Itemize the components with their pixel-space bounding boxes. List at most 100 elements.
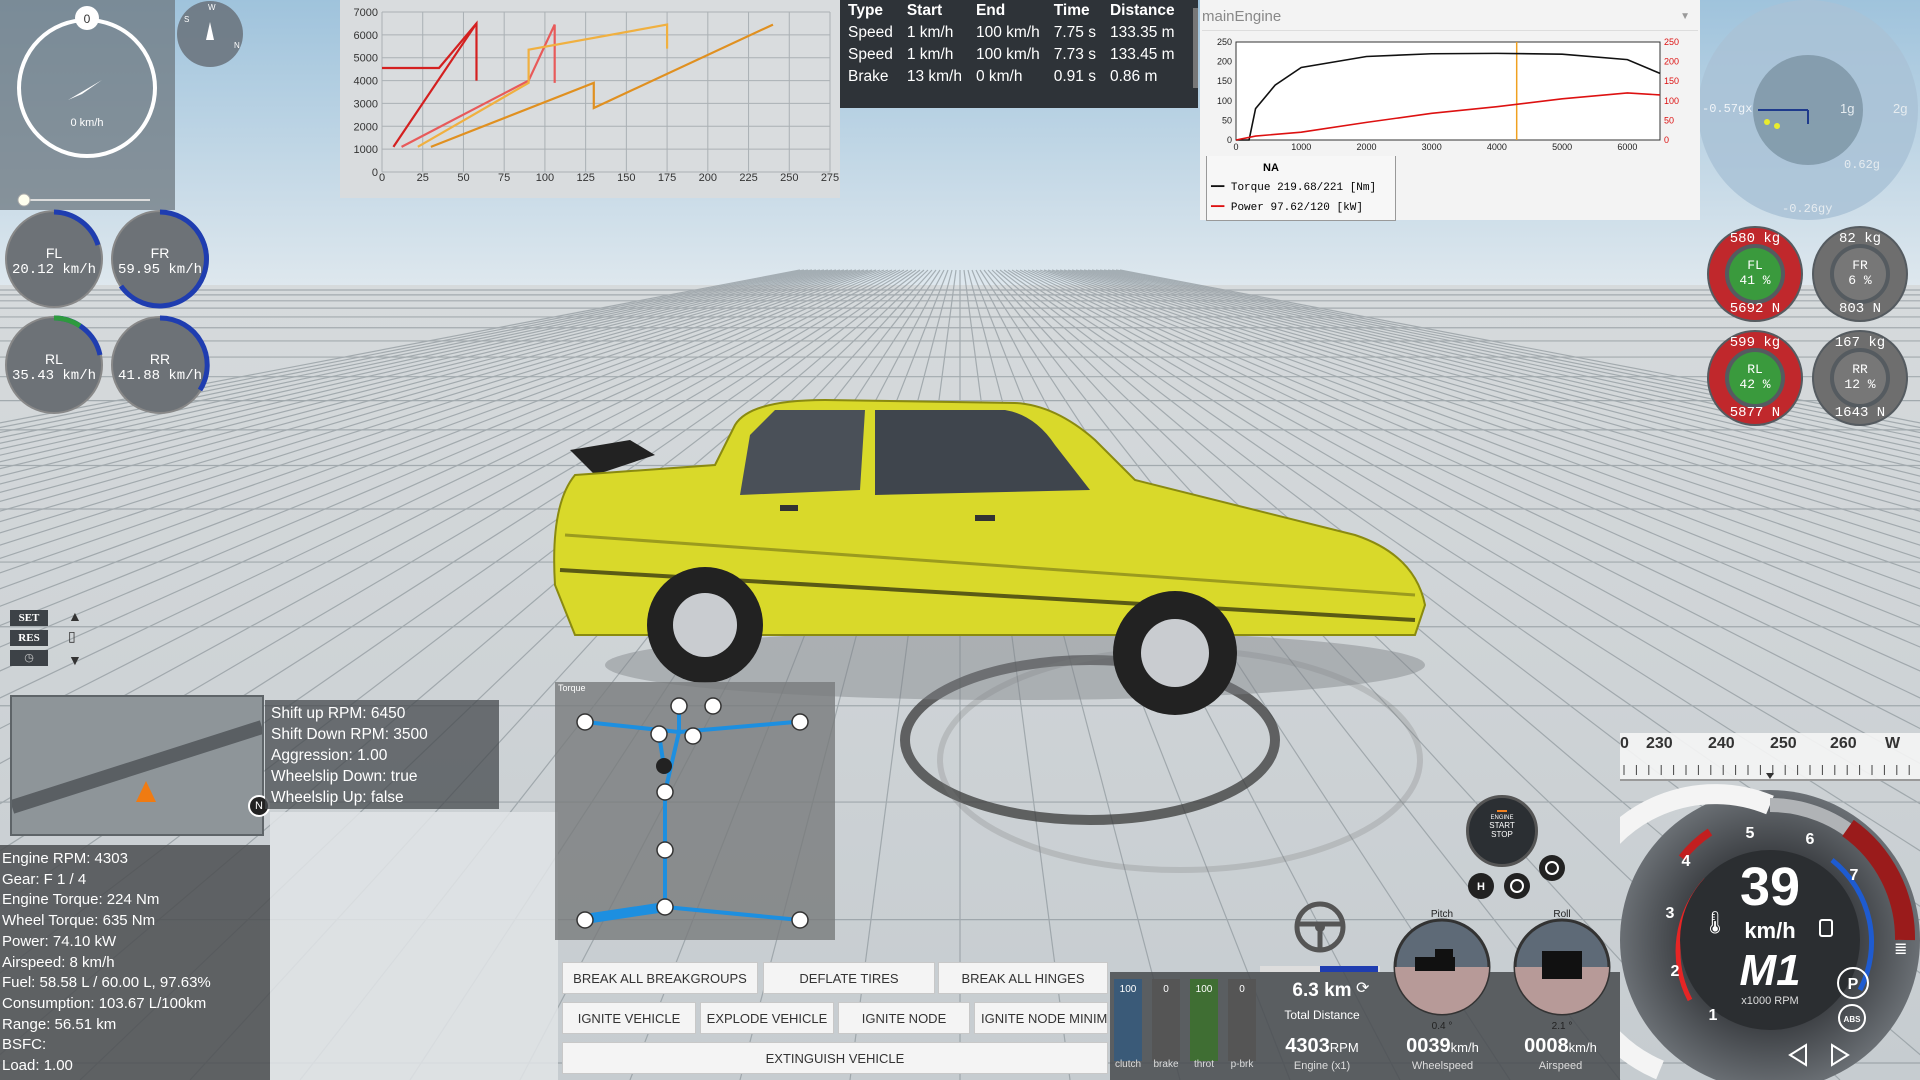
svg-text:580 kg: 580 kg (1730, 231, 1780, 247)
pedal-throttle: 100 throt (1190, 979, 1218, 1070)
break-all-hinges-button[interactable]: BREAK ALL HINGES (938, 962, 1108, 994)
roll-value: 2.1 ° (1552, 1021, 1573, 1032)
cruise-up-icon[interactable]: ▲ (68, 608, 82, 624)
svg-text:1643 N: 1643 N (1835, 405, 1885, 421)
engine-x-tick: 5000 (1552, 142, 1572, 152)
svg-text:5692 N: 5692 N (1730, 301, 1780, 317)
tire-load-rl: 599 kg RL 42 % 5877 N (1707, 330, 1803, 426)
wheel-speed-rr: RR 41.88 km/h (111, 315, 210, 414)
cruise-set-button[interactable]: SET (10, 610, 48, 626)
engine-y2-tick: 0 (1664, 135, 1669, 145)
roll-label: Roll (1553, 909, 1570, 920)
blank-panel (270, 812, 558, 1080)
gear-indicator: M1 (1739, 946, 1800, 995)
fuel: Fuel: 58.58 L / 60.00 L, 97.63% (2, 974, 211, 992)
deflate-tires-button[interactable]: DEFLATE TIRES (763, 962, 935, 994)
engine-x-tick: 3000 (1422, 142, 1442, 152)
load: Load: 1.00 (2, 1057, 73, 1075)
wheel-rl-node-icon (576, 911, 594, 929)
rpm-tick-5: 5 (1746, 825, 1755, 842)
engine-dropdown[interactable]: mainEngine ▼ (1202, 4, 1698, 31)
powertrain-diagram (576, 697, 809, 929)
gear-x-tick: 125 (576, 172, 594, 184)
cruise-timer-icon[interactable]: ◷ (10, 650, 48, 666)
headlight-icon: ≣ (1894, 941, 1907, 958)
gforce-2g: 2g (1893, 101, 1907, 116)
aggression: Aggression: 1.00 (271, 747, 388, 764)
gear: Gear: F 1 / 4 (2, 870, 87, 888)
airspeed: Airspeed: 8 km/h (2, 953, 115, 971)
gear-y-tick: 6000 (354, 30, 378, 42)
svg-text:803 N: 803 N (1839, 301, 1881, 317)
wheel-fl-node-icon (576, 713, 594, 731)
wheelslip-up: Wheelslip Up: false (271, 789, 404, 806)
col-distance: Distance (1109, 2, 1175, 19)
gear-chart: 7000 6000 5000 4000 3000 2000 1000 0 0 25 50 75 100… (354, 7, 840, 184)
driveshaft-node-icon (656, 783, 674, 801)
engine-x-tick: 4000 (1487, 142, 1507, 152)
gear-x-tick: 100 (536, 172, 554, 184)
rpm-tick-4: 4 (1682, 853, 1691, 870)
engine-x-tick: 0 (1233, 142, 1238, 152)
svg-text:S: S (184, 15, 189, 24)
cruise-down-icon[interactable]: ▼ (68, 652, 82, 668)
svg-text:P: P (1848, 976, 1859, 993)
svg-text:throt: throt (1194, 1059, 1214, 1070)
gforce-x: -0.57gx (1702, 102, 1752, 116)
steering-bar (1260, 966, 1380, 972)
minimap[interactable]: N (9, 695, 270, 836)
gear-x-tick: 50 (457, 172, 469, 184)
gear-y-tick: 7000 (354, 7, 378, 19)
engine-rpm-readout: 4303RPM Engine (x1) (1285, 1035, 1359, 1072)
wheel-speed-fr: FR 59.95 km/h (111, 209, 209, 309)
engine-torque: Engine Torque: 224 Nm (2, 891, 160, 909)
gear-y-tick: 5000 (354, 53, 378, 65)
airspeed-readout: 0008km/h Airspeed (1524, 1035, 1597, 1072)
break-all-breakgroups-button[interactable]: BREAK ALL BREAKGROUPS (562, 962, 758, 994)
gear-y-tick: 3000 (354, 98, 378, 110)
gear-y-tick: 1000 (354, 144, 378, 156)
gear-x-tick: 0 (379, 172, 385, 184)
table-scrollbar[interactable] (1193, 8, 1198, 88)
engine-y2-tick: 150 (1664, 76, 1679, 86)
legend-power-label: Power (1230, 202, 1264, 214)
svg-text:42 %: 42 % (1739, 377, 1770, 392)
ignite-vehicle-button[interactable]: IGNITE VEHICLE (562, 1002, 696, 1034)
engine-y2-tick: 200 (1664, 57, 1679, 67)
explode-vehicle-button[interactable]: EXPLODE VEHICLE (700, 1002, 834, 1034)
speed-value: 39 (1740, 857, 1800, 917)
rpm-tick-3: 3 (1666, 905, 1675, 922)
svg-text:100: 100 (1120, 984, 1137, 995)
ignite-node-button[interactable]: IGNITE NODE (838, 1002, 970, 1034)
player-arrow-icon (136, 781, 156, 802)
wheel-speed-gauges: FL 20.12 km/h FR 59.95 km/h RL 35.43 km/… (5, 209, 210, 414)
engine-y2-tick: 100 (1664, 96, 1679, 106)
extinguish-vehicle-button[interactable]: EXTINGUISH VEHICLE (562, 1042, 1108, 1074)
engine-y-tick: 250 (1217, 37, 1232, 47)
engine-info-panel: Engine RPM: 4303 Gear: F 1 / 4 Engine To… (0, 845, 270, 1080)
speedometer: 39 km/h M1 x1000 RPM 1 2 3 4 5 6 7 🌡 P A… (1620, 784, 1920, 1080)
svg-text:FR: FR (151, 245, 170, 261)
gearbox-node-icon (684, 727, 702, 745)
svg-text:FL: FL (1747, 258, 1763, 273)
engine-y2-tick: 250 (1664, 37, 1679, 47)
gear-x-tick: 225 (739, 172, 757, 184)
svg-text:RL: RL (1747, 362, 1763, 377)
ignite-node-minimal-button[interactable]: IGNITE NODE MINIMAL (974, 1002, 1108, 1034)
svg-text:35.43 km/h: 35.43 km/h (12, 368, 96, 384)
rpm-tick-6: 6 (1806, 831, 1815, 848)
differential-node-icon (656, 898, 674, 916)
tire-load-rr: 167 kg RR 12 % 1643 N (1812, 330, 1908, 426)
gear-x-tick: 175 (658, 172, 676, 184)
rpm-label: x1000 RPM (1741, 995, 1798, 1007)
status-icons: H (1468, 855, 1565, 899)
table-row: Speed 1 km/h 100 km/h 7.75 s 133.35 m (848, 24, 1175, 41)
engine-y2-tick: 50 (1664, 115, 1674, 125)
gear-x-tick: 250 (780, 172, 798, 184)
svg-text:clutch: clutch (1115, 1059, 1141, 1070)
reset-trip-icon[interactable]: ⟳ (1356, 978, 1369, 998)
speed-compass-panel: 0 0 km/h (0, 0, 175, 210)
cruise-res-button[interactable]: RES (10, 630, 48, 646)
shift-down-rpm: Shift Down RPM: 3500 (271, 726, 428, 743)
shift-info-panel: Shift up RPM: 6450 Shift Down RPM: 3500 … (265, 700, 499, 809)
